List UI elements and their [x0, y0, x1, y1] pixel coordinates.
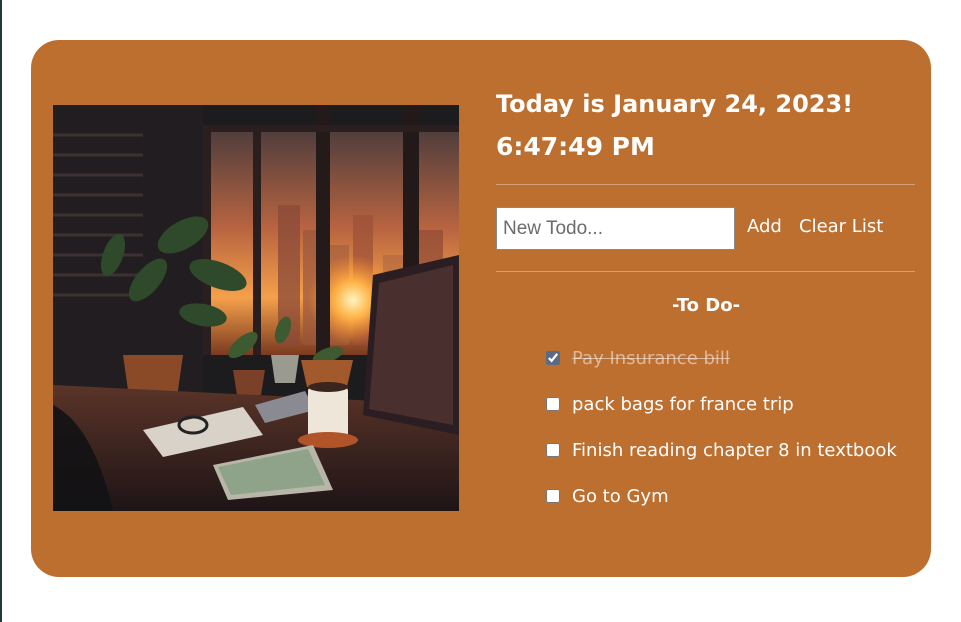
todo-checkbox[interactable]: [546, 397, 560, 411]
list-item: pack bags for france trip: [546, 381, 897, 427]
todo-label: pack bags for france trip: [572, 393, 794, 415]
todo-card: Today is January 24, 2023! 6:47:49 PM Ad…: [31, 40, 931, 577]
todo-checkbox[interactable]: [546, 443, 560, 457]
todo-label: Pay Insurance bill: [572, 347, 730, 369]
divider-bottom: [496, 271, 915, 272]
date-heading: Today is January 24, 2023!: [496, 90, 854, 118]
list-item: Pay Insurance bill: [546, 335, 897, 381]
todo-checkbox[interactable]: [546, 489, 560, 503]
add-button[interactable]: Add: [747, 216, 782, 237]
page-edge: [0, 0, 2, 622]
desk-illustration: [53, 105, 459, 511]
list-item: Go to Gym: [546, 473, 897, 519]
new-todo-input[interactable]: [496, 207, 735, 250]
todo-panel: Today is January 24, 2023! 6:47:49 PM Ad…: [496, 40, 916, 577]
clear-list-button[interactable]: Clear List: [799, 216, 883, 237]
divider-top: [496, 184, 915, 185]
desk-illustration-svg: [53, 105, 459, 511]
todo-list-heading: -To Do-: [671, 295, 741, 316]
todo-label: Go to Gym: [572, 485, 669, 507]
clock-time: 6:47:49 PM: [496, 132, 655, 161]
todo-list: Pay Insurance bill pack bags for france …: [546, 335, 897, 519]
todo-label: Finish reading chapter 8 in textbook: [572, 439, 897, 461]
list-item: Finish reading chapter 8 in textbook: [546, 427, 897, 473]
todo-checkbox[interactable]: [546, 351, 560, 365]
